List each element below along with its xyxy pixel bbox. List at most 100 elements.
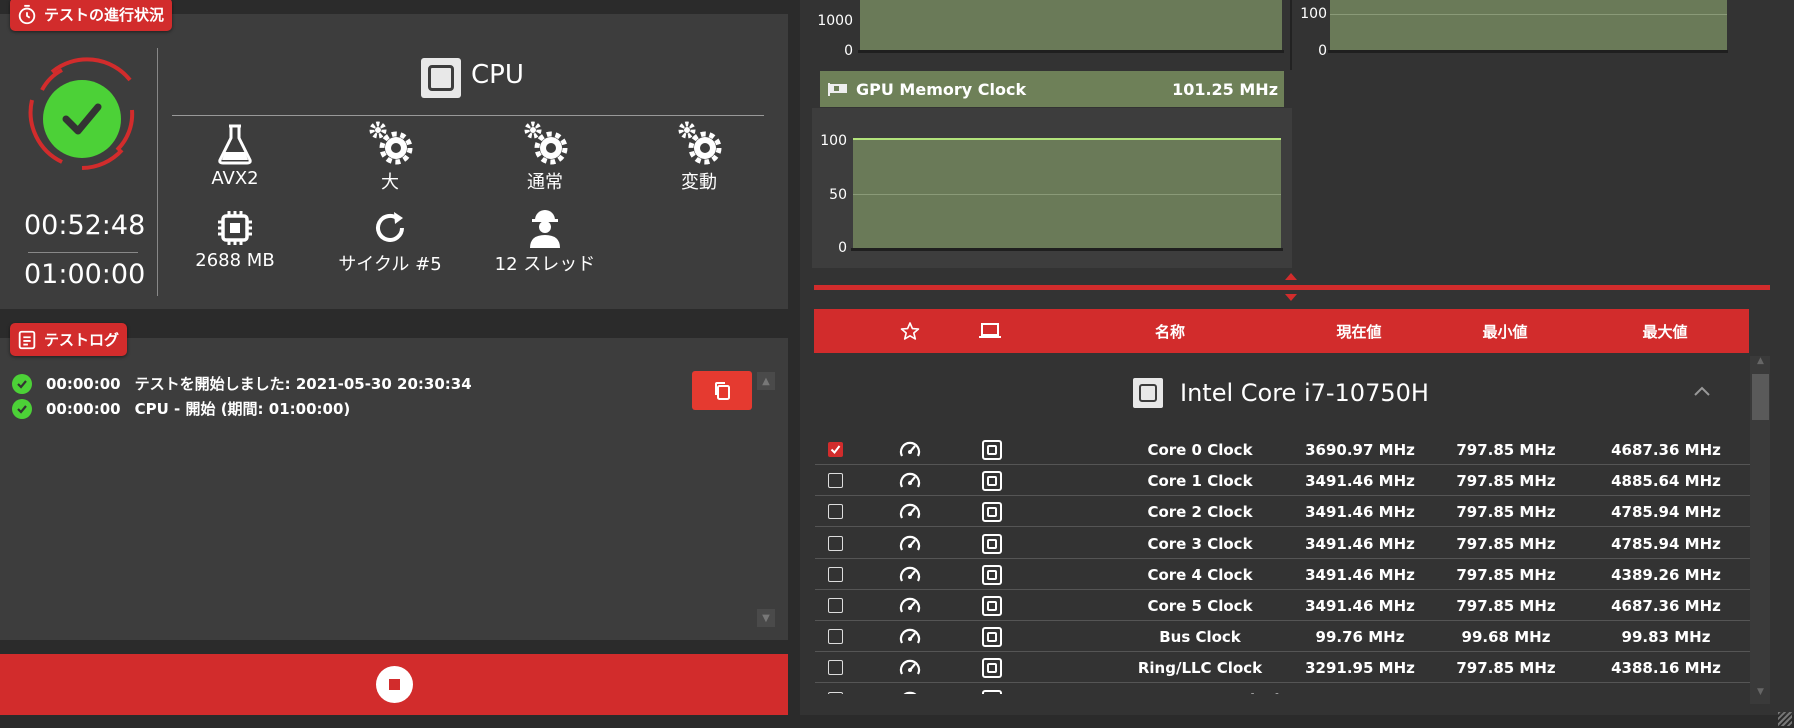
stop-test-button[interactable] (0, 654, 788, 715)
feature-label: 2688 MB (195, 250, 275, 271)
row-checkbox[interactable] (827, 504, 843, 519)
sensor-max: 4885.64 MHz (1611, 471, 1721, 490)
feature-label: AVX2 (211, 168, 259, 189)
chip-icon (982, 439, 1002, 460)
row-checkbox-cell (815, 684, 855, 694)
table-row[interactable]: Core 4 Clock 3491.46 MHz 797.85 MHz 4389.26… (815, 559, 1750, 590)
row-device-cell (977, 528, 1007, 559)
splitter-up-arrow (1285, 273, 1297, 280)
row-gauge-cell (895, 528, 925, 559)
vertical-divider (157, 48, 158, 296)
log-scroll-down-button[interactable]: ▼ (757, 609, 775, 627)
document-icon (18, 330, 36, 349)
log-text: テストを開始しました: 2021-05-30 20:30:34 (134, 375, 472, 393)
progress-tag-label: テストの進行状況 (44, 6, 165, 24)
row-gauge-cell (895, 496, 925, 527)
table-row[interactable]: Core 0 Clock 3690.97 MHz 797.85 MHz 4687.36… (815, 434, 1750, 465)
laptop-icon (979, 323, 1001, 338)
log-tag: テストログ (10, 323, 128, 356)
table-scroll-down-button[interactable]: ▼ (1753, 687, 1768, 702)
row-checkbox[interactable] (827, 536, 843, 551)
device-column-header[interactable] (970, 309, 1010, 353)
chart-top-left (860, 0, 1282, 50)
row-checkbox-cell (815, 465, 855, 496)
sensor-min: 797.85 MHz (1456, 471, 1556, 490)
table-row[interactable]: Bus Clock 99.76 MHz 99.68 MHz 99.83 MHz (815, 621, 1750, 652)
sensor-min: 797.85 MHz (1456, 565, 1556, 584)
row-device-cell (977, 465, 1007, 496)
copy-log-button[interactable] (692, 371, 752, 410)
row-device-cell (977, 590, 1007, 621)
sensor-max: 4687.36 MHz (1611, 440, 1721, 459)
gauge-icon (899, 628, 921, 644)
table-row[interactable]: System Agent Clock997.56 MHz996.83 MHz99… (815, 684, 1750, 694)
table-row[interactable]: Core 3 Clock 3491.46 MHz 797.85 MHz 4785.94… (815, 528, 1750, 559)
current-column-header[interactable]: 現在値 (1294, 309, 1424, 353)
table-row[interactable]: Core 1 Clock 3491.46 MHz 797.85 MHz 4885.64… (815, 465, 1750, 496)
status-ok-icon (43, 80, 121, 158)
name-column-header[interactable]: 名称 (1090, 309, 1250, 353)
sensor-current: 99.76 MHz (1315, 627, 1405, 646)
gauge-icon (899, 441, 921, 457)
table-row[interactable]: Core 5 Clock 3491.46 MHz 797.85 MHz 4687.36… (815, 590, 1750, 621)
row-checkbox[interactable] (827, 442, 843, 457)
sensor-min: 797.85 MHz (1456, 534, 1556, 553)
row-device-cell (977, 434, 1007, 465)
table-scroll-thumb[interactable] (1752, 374, 1769, 420)
row-gauge-cell (895, 465, 925, 496)
y-tick: 0 (1318, 43, 1327, 59)
row-device-cell (977, 559, 1007, 590)
log-entry: 00:00:00 テストを開始しました: 2021-05-30 20:30:34 (12, 373, 472, 394)
table-scroll-up-button[interactable]: ▲ (1753, 356, 1768, 371)
gpu-card-icon (828, 83, 847, 96)
grid-line (853, 194, 1281, 195)
sensor-max: 4388.16 MHz (1611, 658, 1721, 677)
sensor-max: 4785.94 MHz (1611, 502, 1721, 521)
sensor-current: 3491.46 MHz (1305, 502, 1415, 521)
row-checkbox[interactable] (827, 692, 843, 694)
splitter-bar[interactable] (814, 285, 1770, 290)
log-tag-label: テストログ (44, 331, 120, 349)
gauge-icon (899, 597, 921, 613)
row-device-cell (977, 621, 1007, 652)
splitter-down-arrow (1285, 294, 1297, 301)
favorite-column-header[interactable] (890, 309, 930, 353)
resize-grip[interactable] (1778, 712, 1792, 726)
table-row[interactable]: Core 2 Clock 3491.46 MHz 797.85 MHz 4785.94… (815, 496, 1750, 527)
sensor-max: 4389.26 MHz (1611, 565, 1721, 584)
gauge-icon (899, 503, 921, 519)
log-text: CPU - 開始 (期間: 01:00:00) (134, 400, 351, 418)
row-gauge-cell (895, 559, 925, 590)
min-column-header[interactable]: 最小値 (1440, 309, 1570, 353)
feature-threads: 12 スレッド (470, 208, 620, 276)
sensor-min: 797.85 MHz (1456, 658, 1556, 677)
max-column-header[interactable]: 最大値 (1600, 309, 1730, 353)
collapse-group-button[interactable] (1692, 383, 1716, 403)
row-checkbox-cell (815, 434, 855, 465)
sensor-min: 996.83 MHz (1441, 684, 1571, 695)
log-time: 00:00:00 (46, 399, 121, 418)
total-duration: 01:00:00 (24, 259, 146, 290)
row-checkbox[interactable] (827, 629, 843, 644)
sensor-max: 99.83 MHz (1621, 627, 1711, 646)
flask-icon (218, 124, 252, 165)
row-checkbox[interactable] (827, 567, 843, 582)
cpu-chip-icon (421, 58, 461, 98)
sensor-max: 998.29 MHz (1601, 684, 1731, 695)
row-gauge-cell (895, 434, 925, 465)
chip-icon (982, 657, 1002, 678)
row-checkbox[interactable] (827, 660, 843, 675)
gauge-icon (903, 691, 917, 694)
row-checkbox-cell (815, 559, 855, 590)
elapsed-time: 00:52:48 (24, 210, 146, 241)
table-row[interactable]: Ring/LLC Clock 3291.95 MHz 797.85 MHz 4388.… (815, 652, 1750, 683)
log-scroll-up-button[interactable]: ▲ (757, 372, 775, 390)
row-checkbox[interactable] (827, 598, 843, 613)
row-gauge-cell (895, 684, 925, 694)
row-checkbox[interactable] (827, 473, 843, 488)
feature-mode: 通常 (470, 121, 620, 194)
sensor-current: 3690.97 MHz (1305, 440, 1415, 459)
sensor-current: 997.56 MHz (1295, 684, 1425, 695)
gpu-mem-value: 101.25 MHz (1172, 79, 1278, 99)
y-tick: 100 (820, 133, 847, 149)
